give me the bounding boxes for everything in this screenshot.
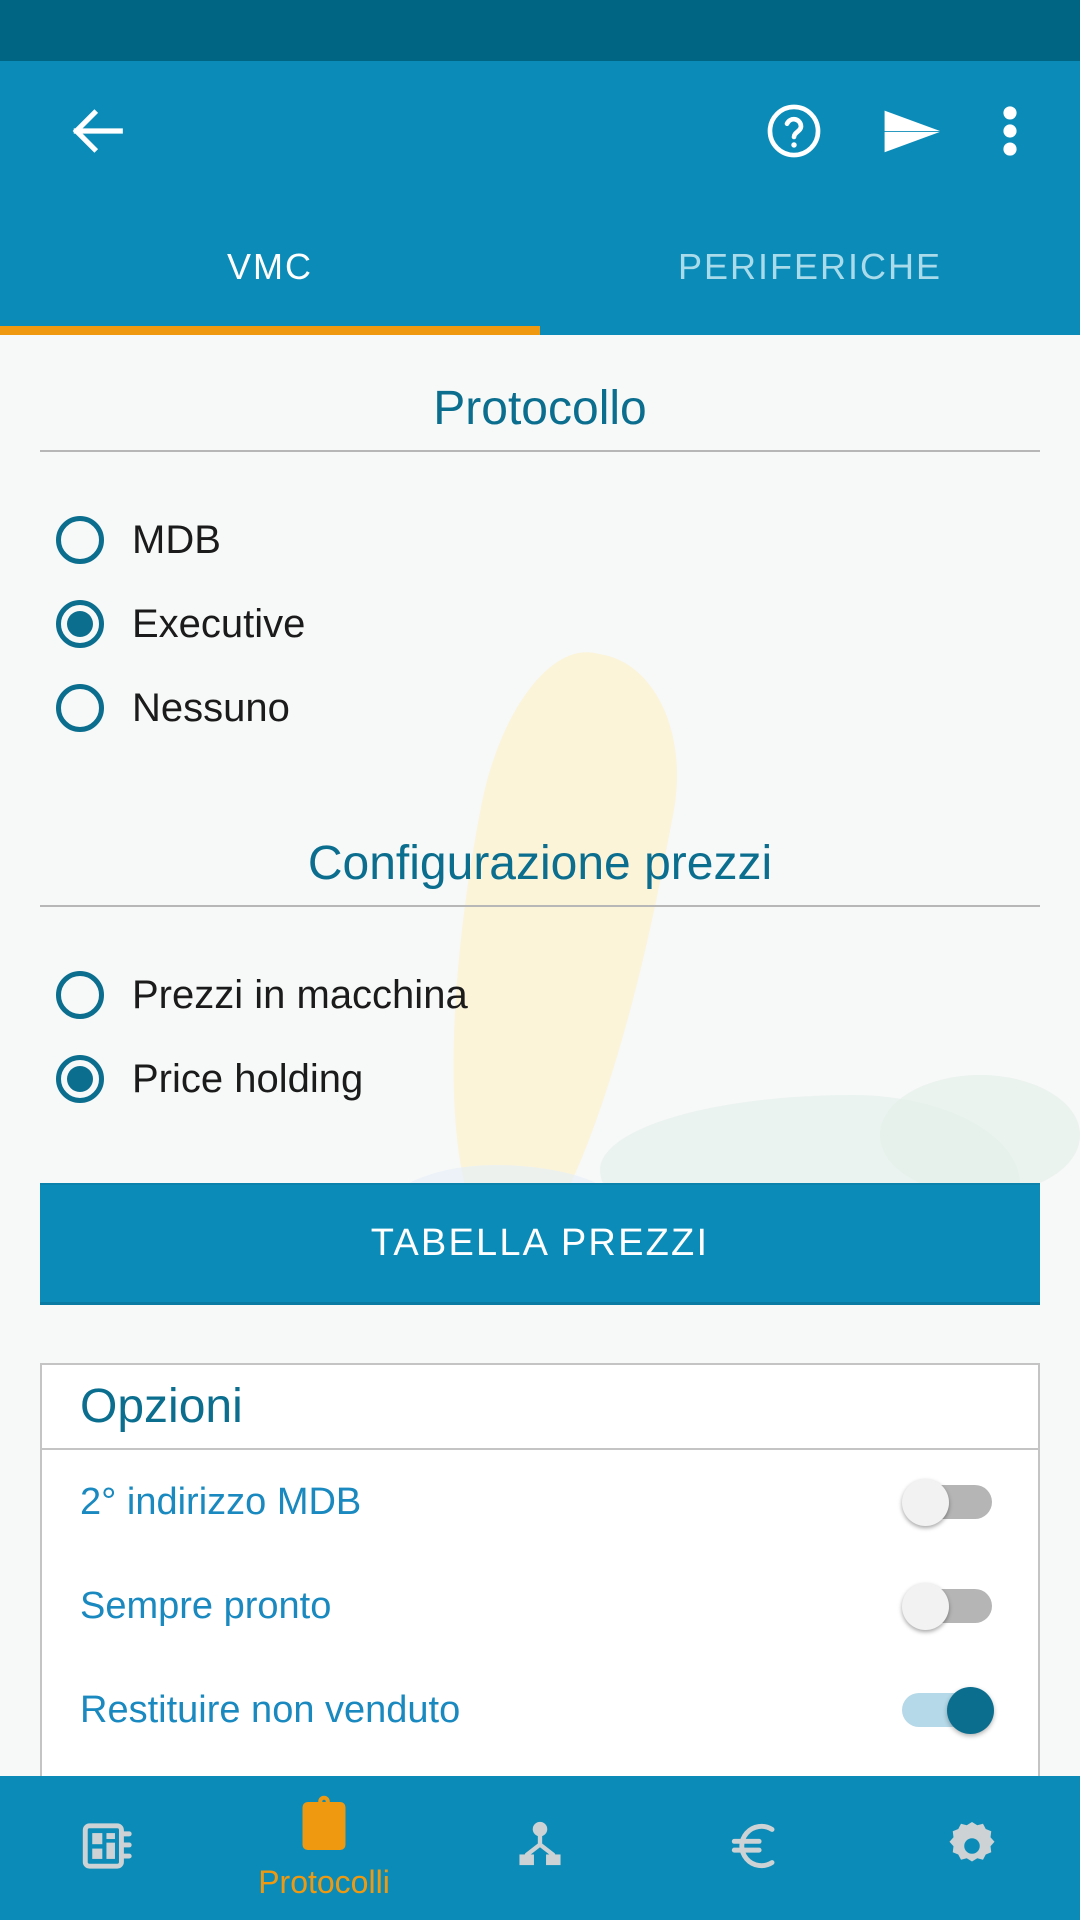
status-bar bbox=[0, 0, 1080, 61]
gear-icon bbox=[942, 1816, 1002, 1881]
radio-circle-selected-icon bbox=[56, 600, 104, 648]
radio-circle-icon bbox=[56, 684, 104, 732]
radio-option-executive[interactable]: Executive bbox=[0, 582, 1080, 666]
section-protocollo-title: Protocollo bbox=[433, 382, 647, 435]
radio-option-executive-label: Executive bbox=[132, 601, 306, 646]
nav-item-euro[interactable] bbox=[648, 1776, 864, 1920]
options-card-wrap: Opzioni 2° indirizzo MDB Sempre pronto R… bbox=[0, 1305, 1080, 1776]
section-protocollo: Protocollo MDB Executive Nessuno bbox=[0, 335, 1080, 750]
section-configurazione-prezzi: Configurazione prezzi Prezzi in macchina… bbox=[0, 750, 1080, 1121]
radio-option-price-holding[interactable]: Price holding bbox=[0, 1037, 1080, 1121]
tab-indicator bbox=[0, 326, 540, 335]
tabella-prezzi-button[interactable]: TABELLA PREZZI bbox=[40, 1183, 1040, 1305]
back-button[interactable] bbox=[54, 88, 140, 180]
send-button[interactable] bbox=[866, 88, 958, 180]
tab-vmc[interactable]: VMC bbox=[0, 206, 540, 335]
tabella-prezzi-button-label: TABELLA PREZZI bbox=[370, 1222, 710, 1264]
radio-option-mdb-label: MDB bbox=[132, 517, 221, 562]
prezzi-radio-group: Prezzi in macchina Price holding bbox=[0, 953, 1080, 1121]
app-screen: VMC PERIFERICHE Protocollo MDB Executive… bbox=[0, 0, 1080, 1920]
options-card: Opzioni 2° indirizzo MDB Sempre pronto R… bbox=[40, 1363, 1040, 1776]
euro-icon bbox=[725, 1815, 787, 1882]
nav-item-protocolli[interactable]: Protocolli bbox=[216, 1776, 432, 1920]
radio-circle-icon bbox=[56, 516, 104, 564]
toggle-return-unsold[interactable] bbox=[902, 1687, 994, 1734]
clipboard-icon bbox=[294, 1795, 354, 1860]
app-bar bbox=[0, 61, 1080, 206]
tab-periferiche-label: PERIFERICHE bbox=[677, 245, 943, 287]
options-card-body: 2° indirizzo MDB Sempre pronto Restituir… bbox=[42, 1450, 1038, 1776]
bottom-navigation: Protocolli bbox=[0, 1776, 1080, 1920]
nav-item-sitemap[interactable] bbox=[432, 1776, 648, 1920]
section-configurazione-title: Configurazione prezzi bbox=[307, 837, 773, 890]
arrow-left-icon bbox=[66, 100, 128, 167]
radio-circle-icon bbox=[56, 971, 104, 1019]
tab-periferiche[interactable]: PERIFERICHE bbox=[540, 206, 1080, 335]
content-area: Protocollo MDB Executive Nessuno Configu… bbox=[0, 335, 1080, 1776]
option-row-always-ready[interactable]: Sempre pronto bbox=[42, 1554, 1038, 1658]
options-card-header: Opzioni bbox=[42, 1365, 1038, 1450]
send-icon bbox=[877, 96, 947, 171]
section-configurazione-divider bbox=[40, 905, 1040, 907]
radio-option-price-holding-label: Price holding bbox=[132, 1056, 364, 1101]
help-circle-icon bbox=[763, 100, 825, 167]
toggle-always-ready[interactable] bbox=[902, 1583, 994, 1630]
nav-item-vending-machine[interactable] bbox=[0, 1776, 216, 1920]
tab-vmc-label: VMC bbox=[227, 245, 313, 287]
tab-bar: VMC PERIFERICHE bbox=[0, 206, 1080, 335]
option-row-return-unsold-label: Restituire non venduto bbox=[80, 1688, 461, 1731]
nav-item-protocolli-label: Protocolli bbox=[258, 1864, 390, 1900]
help-button[interactable] bbox=[748, 88, 840, 180]
price-table-button-wrap: TABELLA PREZZI bbox=[0, 1121, 1080, 1305]
toggle-second-mdb-address[interactable] bbox=[902, 1479, 994, 1526]
option-row-second-mdb-address-label: 2° indirizzo MDB bbox=[80, 1480, 362, 1523]
options-card-padding bbox=[42, 1762, 1038, 1776]
radio-option-nessuno-label: Nessuno bbox=[132, 685, 290, 730]
overflow-menu-icon bbox=[1001, 100, 1019, 167]
option-row-return-unsold[interactable]: Restituire non venduto bbox=[42, 1658, 1038, 1762]
radio-option-prezzi-in-macchina[interactable]: Prezzi in macchina bbox=[0, 953, 1080, 1037]
radio-option-nessuno[interactable]: Nessuno bbox=[0, 666, 1080, 750]
options-card-title: Opzioni bbox=[80, 1380, 243, 1433]
vending-machine-icon bbox=[77, 1815, 139, 1882]
radio-circle-selected-icon bbox=[56, 1055, 104, 1103]
protocollo-radio-group: MDB Executive Nessuno bbox=[0, 498, 1080, 750]
nav-item-settings[interactable] bbox=[864, 1776, 1080, 1920]
radio-option-prezzi-in-macchina-label: Prezzi in macchina bbox=[132, 972, 468, 1017]
overflow-menu-button[interactable] bbox=[980, 88, 1040, 180]
section-protocollo-divider bbox=[40, 450, 1040, 452]
option-row-second-mdb-address[interactable]: 2° indirizzo MDB bbox=[42, 1450, 1038, 1554]
sitemap-icon bbox=[511, 1817, 569, 1880]
option-row-always-ready-label: Sempre pronto bbox=[80, 1584, 332, 1627]
radio-option-mdb[interactable]: MDB bbox=[0, 498, 1080, 582]
